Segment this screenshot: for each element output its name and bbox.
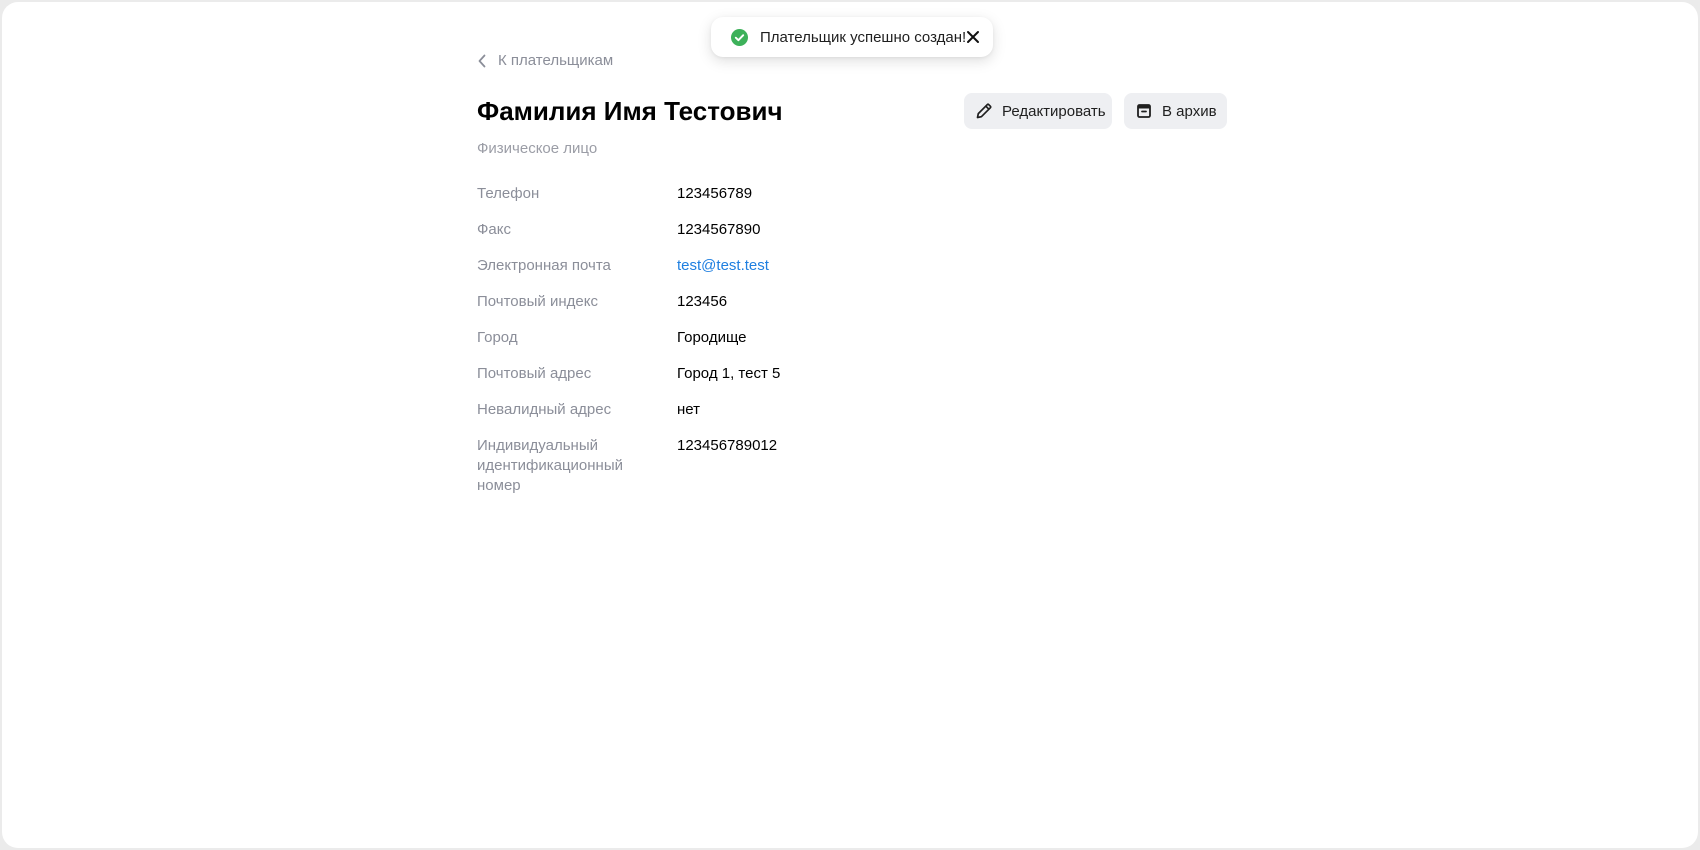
detail-row-city: Город Городище bbox=[477, 328, 1077, 364]
back-to-payers-link[interactable]: К плательщикам bbox=[477, 52, 613, 69]
detail-row-iin: Индивидуальный идентификационный номер 1… bbox=[477, 436, 1077, 494]
page-title: Фамилия Имя Тестович bbox=[477, 96, 783, 126]
detail-label: Индивидуальный идентификационный номер bbox=[477, 437, 624, 494]
archive-button-label: В архив bbox=[1162, 102, 1217, 120]
detail-value: 123456 bbox=[677, 293, 728, 310]
detail-label: Город bbox=[477, 329, 518, 346]
success-toast: Плательщик успешно создан! bbox=[711, 17, 993, 57]
check-circle-icon bbox=[731, 28, 748, 46]
back-link-label: К плательщикам bbox=[498, 52, 614, 69]
archive-button[interactable]: В архив bbox=[1124, 93, 1227, 129]
pencil-icon bbox=[974, 101, 994, 121]
close-icon[interactable] bbox=[966, 28, 980, 46]
chevron-left-icon bbox=[477, 54, 487, 68]
detail-row-postal-address: Почтовый адрес Город 1, тест 5 bbox=[477, 364, 1077, 400]
archive-icon bbox=[1134, 101, 1154, 121]
detail-label: Почтовый индекс bbox=[477, 293, 598, 310]
detail-label: Электронная почта bbox=[477, 257, 611, 274]
detail-row-phone: Телефон 123456789 bbox=[477, 184, 1077, 220]
detail-label: Телефон bbox=[477, 185, 540, 202]
toast-message: Плательщик успешно создан! bbox=[760, 28, 967, 46]
detail-label: Факс bbox=[477, 221, 511, 238]
detail-value: Город 1, тест 5 bbox=[677, 365, 781, 382]
detail-row-fax: Факс 1234567890 bbox=[477, 220, 1077, 256]
detail-label: Невалидный адрес bbox=[477, 401, 612, 418]
page-frame: Плательщик успешно создан! К плательщика… bbox=[2, 2, 1698, 848]
detail-row-postal-code: Почтовый индекс 123456 bbox=[477, 292, 1077, 328]
payer-type: Физическое лицо bbox=[477, 140, 598, 157]
detail-value: 1234567890 bbox=[677, 221, 761, 238]
payer-details: Телефон 123456789 Факс 1234567890 Электр… bbox=[477, 184, 1077, 494]
detail-value: 123456789012 bbox=[677, 437, 778, 454]
edit-button[interactable]: Редактировать bbox=[964, 93, 1112, 129]
edit-button-label: Редактировать bbox=[1002, 102, 1106, 120]
detail-label: Почтовый адрес bbox=[477, 365, 592, 382]
detail-row-email: Электронная почта test@test.test bbox=[477, 256, 1077, 292]
detail-value: нет bbox=[677, 401, 700, 418]
detail-value: Городище bbox=[677, 329, 747, 346]
email-link[interactable]: test@test.test bbox=[677, 256, 769, 276]
detail-value: 123456789 bbox=[677, 185, 753, 202]
detail-row-invalid-address: Невалидный адрес нет bbox=[477, 400, 1077, 436]
